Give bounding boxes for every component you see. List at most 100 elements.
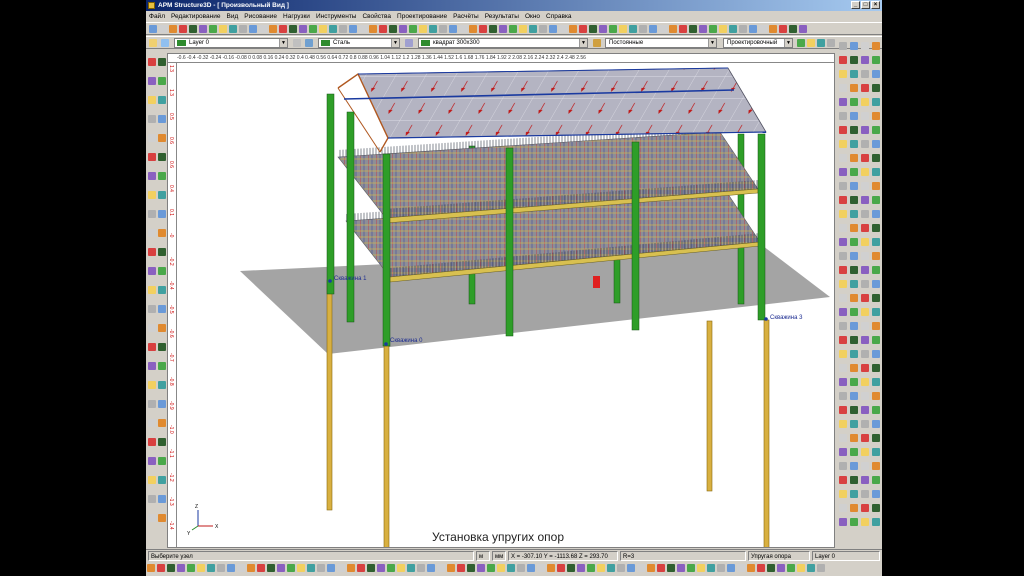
toolbar-tool-icon[interactable] [687,564,695,572]
toolbar-tool-icon[interactable] [827,39,835,47]
toolbar-tool-icon[interactable] [597,564,605,572]
material-icon[interactable] [305,39,313,47]
toolbar-tool-icon[interactable] [747,564,755,572]
toolbar-tool-icon[interactable] [767,564,775,572]
layers-icon[interactable] [149,39,157,47]
toolbar-tool-icon[interactable] [789,25,797,33]
toolbar-tool-icon[interactable] [817,564,825,572]
toolbar-tool-icon[interactable] [327,564,335,572]
toolbar-tool-icon[interactable] [850,196,858,204]
toolbar-tool-icon[interactable] [148,229,156,237]
toolbar-tool-icon[interactable] [861,392,869,400]
toolbar-tool-icon[interactable] [237,564,245,572]
menu-edit[interactable]: Редактирование [168,11,224,22]
toolbar-tool-icon[interactable] [148,115,156,123]
toolbar-tool-icon[interactable] [637,564,645,572]
toolbar-tool-icon[interactable] [861,406,869,414]
toolbar-tool-icon[interactable] [158,400,166,408]
toolbar-tool-icon[interactable] [861,238,869,246]
toolbar-tool-icon[interactable] [158,495,166,503]
toolbar-tool-icon[interactable] [359,25,367,33]
toolbar-tool-icon[interactable] [861,308,869,316]
toolbar-tool-icon[interactable] [179,25,187,33]
toolbar-tool-icon[interactable] [539,25,547,33]
toolbar-tool-icon[interactable] [147,564,155,572]
toolbar-tool-icon[interactable] [872,406,880,414]
toolbar-tool-icon[interactable] [850,112,858,120]
toolbar-tool-icon[interactable] [449,25,457,33]
toolbar-tool-icon[interactable] [148,362,156,370]
toolbar-tool-icon[interactable] [148,134,156,142]
toolbar-tool-icon[interactable] [839,112,847,120]
toolbar-tool-icon[interactable] [850,210,858,218]
toolbar-tool-icon[interactable] [527,564,535,572]
toolbar-tool-icon[interactable] [872,448,880,456]
toolbar-tool-icon[interactable] [872,112,880,120]
pile-0[interactable] [383,345,390,548]
toolbar-tool-icon[interactable] [839,378,847,386]
toolbar-tool-icon[interactable] [839,322,847,330]
toolbar-tool-icon[interactable] [861,210,869,218]
toolbar-tool-icon[interactable] [699,25,707,33]
toolbar-tool-icon[interactable] [148,457,156,465]
toolbar-tool-icon[interactable] [169,25,177,33]
toolbar-tool-icon[interactable] [529,25,537,33]
toolbar-tool-icon[interactable] [209,25,217,33]
toolbar-tool-icon[interactable] [739,25,747,33]
load-icon[interactable] [593,39,601,47]
toolbar-tool-icon[interactable] [861,182,869,190]
toolbar-tool-icon[interactable] [872,196,880,204]
section-icon[interactable] [405,39,413,47]
maximize-button[interactable]: □ [861,1,870,9]
toolbar-tool-icon[interactable] [379,25,387,33]
toolbar-tool-icon[interactable] [229,25,237,33]
toolbar-tool-icon[interactable] [850,490,858,498]
toolbar-tool-icon[interactable] [719,25,727,33]
column-front[interactable] [631,141,640,331]
toolbar-tool-icon[interactable] [627,564,635,572]
toolbar-tool-icon[interactable] [850,70,858,78]
toolbar-tool-icon[interactable] [439,25,447,33]
toolbar-tool-icon[interactable] [148,305,156,313]
toolbar-tool-icon[interactable] [861,280,869,288]
toolbar-tool-icon[interactable] [757,564,765,572]
toolbar-tool-icon[interactable] [839,126,847,134]
toolbar-tool-icon[interactable] [861,126,869,134]
toolbar-tool-icon[interactable] [850,420,858,428]
menu-draw[interactable]: Рисование [241,11,280,22]
toolbar-tool-icon[interactable] [850,462,858,470]
toolbar-tool-icon[interactable] [509,25,517,33]
toolbar-tool-icon[interactable] [557,564,565,572]
toolbar-tool-icon[interactable] [397,564,405,572]
column-front[interactable] [505,147,514,337]
toolbar-tool-icon[interactable] [861,434,869,442]
toolbar-tool-icon[interactable] [589,25,597,33]
toolbar-tool-icon[interactable] [872,182,880,190]
toolbar-tool-icon[interactable] [850,406,858,414]
toolbar-tool-icon[interactable] [158,115,166,123]
toolbar-tool-icon[interactable] [872,434,880,442]
column-front[interactable] [757,133,766,321]
toolbar-tool-icon[interactable] [148,324,156,332]
toolbar-tool-icon[interactable] [477,564,485,572]
toolbar-tool-icon[interactable] [839,350,847,358]
menu-results[interactable]: Результаты [482,11,522,22]
toolbar-tool-icon[interactable] [669,25,677,33]
viewport-3d[interactable]: Скважина 1 Скважина 0 Скважина 3 Z X Y -… [167,53,835,548]
toolbar-tool-icon[interactable] [148,419,156,427]
toolbar-tool-icon[interactable] [872,392,880,400]
menu-loads[interactable]: Нагрузки [280,11,313,22]
toolbar-tool-icon[interactable] [158,77,166,85]
toolbar-tool-icon[interactable] [839,434,847,442]
toolbar-tool-icon[interactable] [839,84,847,92]
toolbar-tool-icon[interactable] [207,564,215,572]
toolbar-tool-icon[interactable] [569,25,577,33]
menu-view[interactable]: Вид [224,11,242,22]
material-select[interactable]: Сталь ▼ [318,38,400,48]
menu-calculations[interactable]: Расчёты [450,11,482,22]
toolbar-tool-icon[interactable] [659,25,667,33]
toolbar-tool-icon[interactable] [367,564,375,572]
toolbar-tool-icon[interactable] [158,210,166,218]
toolbar-tool-icon[interactable] [617,564,625,572]
toolbar-tool-icon[interactable] [839,518,847,526]
